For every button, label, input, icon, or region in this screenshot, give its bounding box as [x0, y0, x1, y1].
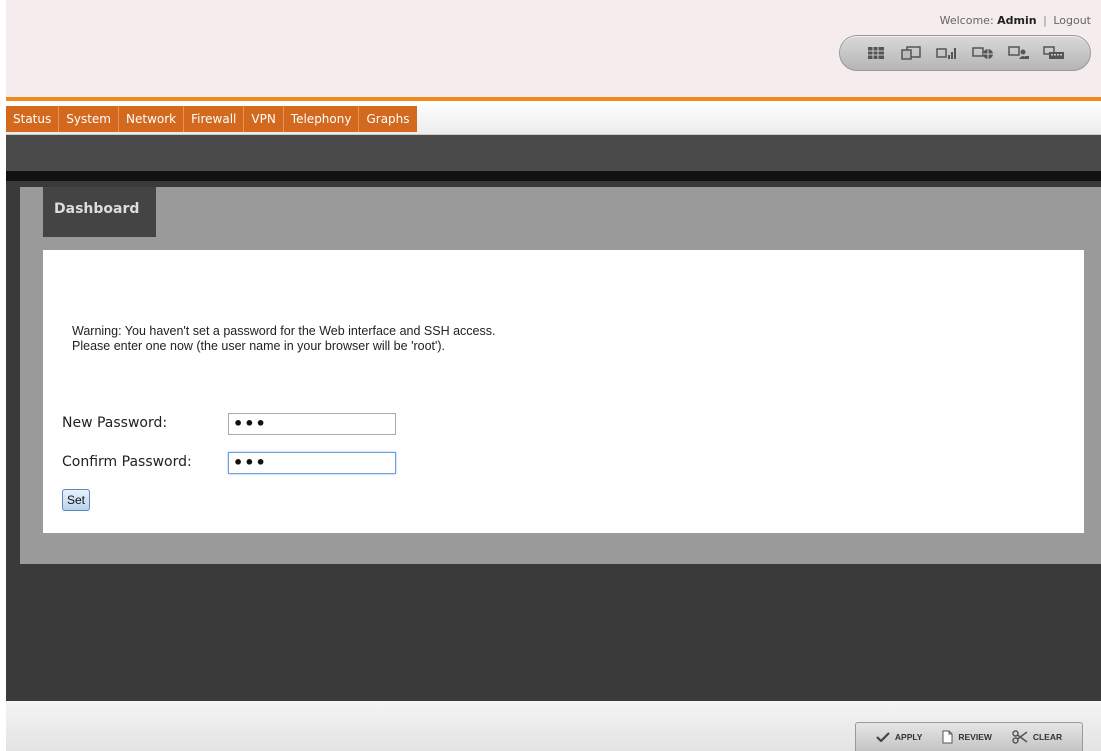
logout-link[interactable]: Logout — [1053, 14, 1091, 27]
navigation-bar: Status System Network Firewall VPN Telep… — [6, 101, 1101, 135]
nav-tab-status[interactable]: Status — [6, 106, 60, 132]
password-warning: Warning: You haven't set a password for … — [72, 324, 495, 354]
users-icon[interactable] — [1007, 45, 1031, 61]
welcome-separator: | — [1043, 14, 1047, 27]
apply-label: APPLY — [894, 732, 923, 742]
nav-tab-graphs[interactable]: Graphs — [359, 106, 416, 132]
nav-tab-network[interactable]: Network — [119, 106, 185, 132]
nav-tab-system[interactable]: System — [59, 106, 119, 132]
warning-line-1: Warning: You haven't set a password for … — [72, 324, 496, 338]
divider — [6, 171, 1101, 181]
welcome-prefix: Welcome: — [939, 14, 994, 27]
password-form: Warning: You haven't set a password for … — [43, 250, 1084, 533]
keyboard-icon[interactable] — [1042, 45, 1066, 61]
new-password-input[interactable]: ••• — [228, 413, 396, 435]
action-bar: APPLY REVIEW CLEAR — [855, 722, 1083, 751]
header: Welcome: Admin | Logout — [6, 0, 1101, 98]
welcome-text: Welcome: Admin | Logout — [940, 14, 1091, 27]
confirm-password-label: Confirm Password: — [62, 454, 192, 470]
username: Admin — [997, 14, 1037, 27]
grid-icon[interactable] — [864, 45, 888, 61]
review-label: REVIEW — [958, 732, 992, 742]
nav-tab-vpn[interactable]: VPN — [244, 106, 284, 132]
signal-icon[interactable] — [935, 45, 959, 61]
confirm-password-input[interactable]: ••• — [228, 452, 396, 474]
scissors-icon — [1012, 730, 1028, 744]
main-menu: Status System Network Firewall VPN Telep… — [6, 106, 417, 132]
nav-tab-telephony[interactable]: Telephony — [284, 106, 360, 132]
review-button[interactable]: REVIEW — [942, 730, 992, 744]
set-button[interactable]: Set — [62, 489, 90, 511]
clear-button[interactable]: CLEAR — [1012, 730, 1062, 744]
apply-button[interactable]: APPLY — [876, 732, 923, 742]
new-password-label: New Password: — [62, 415, 168, 431]
footer: APPLY REVIEW CLEAR — [6, 701, 1101, 751]
nav-tab-firewall[interactable]: Firewall — [184, 106, 245, 132]
clear-label: CLEAR — [1032, 732, 1063, 742]
document-icon — [942, 730, 953, 744]
window-icon[interactable] — [899, 45, 923, 61]
network-globe-icon[interactable] — [971, 45, 995, 61]
submenu-bar — [6, 135, 1101, 171]
tab-dashboard[interactable]: Dashboard — [43, 187, 156, 237]
quick-toolbar — [839, 35, 1091, 71]
warning-line-2: Please enter one now (the user name in y… — [72, 339, 446, 353]
checkmark-icon — [876, 732, 890, 742]
